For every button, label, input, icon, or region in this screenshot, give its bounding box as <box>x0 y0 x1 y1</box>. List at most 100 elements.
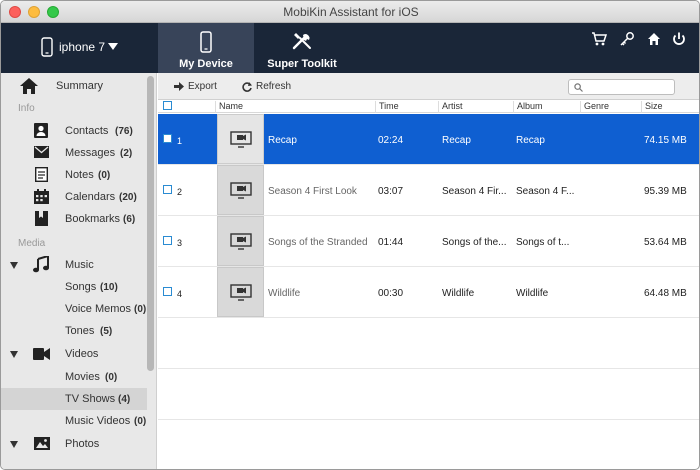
cell-time: 03:07 <box>378 186 404 197</box>
video-thumbnail <box>217 165 264 215</box>
tv-shows-label: TV Shows <box>65 393 116 405</box>
table-row[interactable]: 1 Recap 02:24 Recap Recap 74.15 MB <box>158 114 699 165</box>
select-all-checkbox[interactable] <box>163 101 172 110</box>
expand-triangle-icon[interactable] <box>10 351 18 358</box>
key-icon[interactable] <box>619 31 635 47</box>
table-row[interactable]: 2 Season 4 First Look 03:07 Season 4 Fir… <box>158 165 699 216</box>
empty-row <box>158 420 699 469</box>
row-number: 1 <box>177 136 183 146</box>
sidebar-item-photos[interactable]: Photos <box>1 433 147 455</box>
column-name[interactable]: Name <box>215 101 243 113</box>
empty-row <box>158 318 699 369</box>
search-box[interactable] <box>568 79 675 95</box>
section-media: Media <box>18 238 46 249</box>
tab-super-toolkit[interactable]: Super Toolkit <box>255 23 349 73</box>
tv-icon <box>229 232 252 250</box>
sidebar-item-calendars[interactable]: Calendars (20) <box>1 186 147 208</box>
calendars-count: (20) <box>119 191 137 203</box>
sidebar-item-tv-shows[interactable]: TV Shows (4) <box>1 388 147 410</box>
cell-time: 00:30 <box>378 288 404 299</box>
export-label: Export <box>188 81 217 92</box>
calendar-icon <box>34 189 49 204</box>
sidebar-item-videos[interactable]: Videos <box>1 343 147 365</box>
sidebar-item-songs[interactable]: Songs (10) <box>1 276 147 298</box>
device-icon <box>200 31 212 53</box>
tools-icon <box>292 33 311 50</box>
cell-artist: Songs of the... <box>442 237 507 248</box>
table-row[interactable]: 4 Wildlife 00:30 Wildlife Wildlife 64.48… <box>158 267 699 318</box>
sidebar-item-music-videos[interactable]: Music Videos (0) <box>1 410 147 432</box>
video-thumbnail <box>217 114 264 164</box>
cell-name: Wildlife <box>268 288 301 299</box>
home-icon <box>20 78 38 94</box>
tv-shows-count: (4) <box>118 393 131 405</box>
sidebar-summary-label: Summary <box>56 80 104 92</box>
cell-name: Songs of the Stranded <box>268 237 368 248</box>
contacts-icon <box>34 123 48 138</box>
toolbar: Export Refresh <box>158 73 699 100</box>
empty-row <box>158 369 699 420</box>
sidebar-item-movies[interactable]: Movies (0) <box>1 366 147 388</box>
column-album[interactable]: Album <box>513 101 543 113</box>
sidebar-item-voice-memos[interactable]: Voice Memos (0) <box>1 298 147 320</box>
column-time[interactable]: Time <box>375 101 399 113</box>
cell-album: Songs of t... <box>516 237 570 248</box>
photos-label: Photos <box>65 438 100 450</box>
power-icon[interactable] <box>671 31 687 47</box>
sidebar-item-summary[interactable]: Summary <box>1 75 147 97</box>
device-name: iphone 7 <box>59 40 106 54</box>
sidebar-item-music[interactable]: Music <box>1 254 147 276</box>
sidebar-item-tones[interactable]: Tones (5) <box>1 320 147 342</box>
table-row[interactable]: 3 Songs of the Stranded 01:44 Songs of t… <box>158 216 699 267</box>
songs-label: Songs <box>65 281 97 293</box>
cell-artist: Recap <box>442 135 471 146</box>
contacts-label: Contacts <box>65 125 109 137</box>
videos-label: Videos <box>65 348 99 360</box>
cell-artist: Wildlife <box>442 288 475 299</box>
cell-name: Season 4 First Look <box>268 186 357 197</box>
cell-size: 64.48 MB <box>644 288 687 299</box>
messages-count: (2) <box>120 147 133 159</box>
envelope-icon <box>34 146 49 158</box>
refresh-button[interactable]: Refresh <box>242 81 291 92</box>
chevron-down-icon <box>108 43 119 50</box>
sidebar-item-contacts[interactable]: Contacts (76) <box>1 120 147 142</box>
row-checkbox[interactable] <box>163 236 172 245</box>
video-thumbnail <box>217 216 264 266</box>
sidebar-scrollbar[interactable] <box>147 76 154 371</box>
search-input[interactable] <box>586 80 672 94</box>
column-genre[interactable]: Genre <box>580 101 609 113</box>
expand-triangle-icon[interactable] <box>10 262 18 269</box>
songs-count: (10) <box>100 281 118 293</box>
column-artist[interactable]: Artist <box>438 101 463 113</box>
notes-label: Notes <box>65 169 94 181</box>
music-note-icon <box>33 256 49 273</box>
cell-name: Recap <box>268 135 297 146</box>
tab-my-device[interactable]: My Device <box>158 23 254 73</box>
home-icon[interactable] <box>646 31 662 47</box>
section-info: Info <box>18 103 35 114</box>
sidebar-item-notes[interactable]: Notes (0) <box>1 164 147 186</box>
cell-album: Recap <box>516 135 545 146</box>
row-checkbox[interactable] <box>163 185 172 194</box>
voice-memos-label: Voice Memos <box>65 303 132 315</box>
cell-time: 02:24 <box>378 135 404 146</box>
column-size[interactable]: Size <box>641 101 663 113</box>
refresh-label: Refresh <box>256 81 292 92</box>
export-button[interactable]: Export <box>174 81 217 92</box>
row-number: 3 <box>177 238 183 248</box>
expand-triangle-icon[interactable] <box>10 441 18 448</box>
cart-icon[interactable] <box>591 31 607 47</box>
row-checkbox[interactable] <box>163 287 172 296</box>
movies-count: (0) <box>105 371 118 383</box>
row-checkbox[interactable] <box>163 134 172 143</box>
sidebar-item-bookmarks[interactable]: Bookmarks (6) <box>1 208 147 230</box>
table-header: Name Time Artist Album Genre Size <box>158 100 699 113</box>
window-title: MobiKin Assistant for iOS <box>283 5 419 19</box>
music-label: Music <box>65 259 94 271</box>
tones-count: (5) <box>100 325 113 337</box>
device-selector[interactable]: iphone 7 <box>41 37 124 57</box>
sidebar-item-messages[interactable]: Messages (2) <box>1 142 147 164</box>
music-videos-label: Music Videos <box>65 415 131 427</box>
bookmarks-label: Bookmarks <box>65 213 121 225</box>
